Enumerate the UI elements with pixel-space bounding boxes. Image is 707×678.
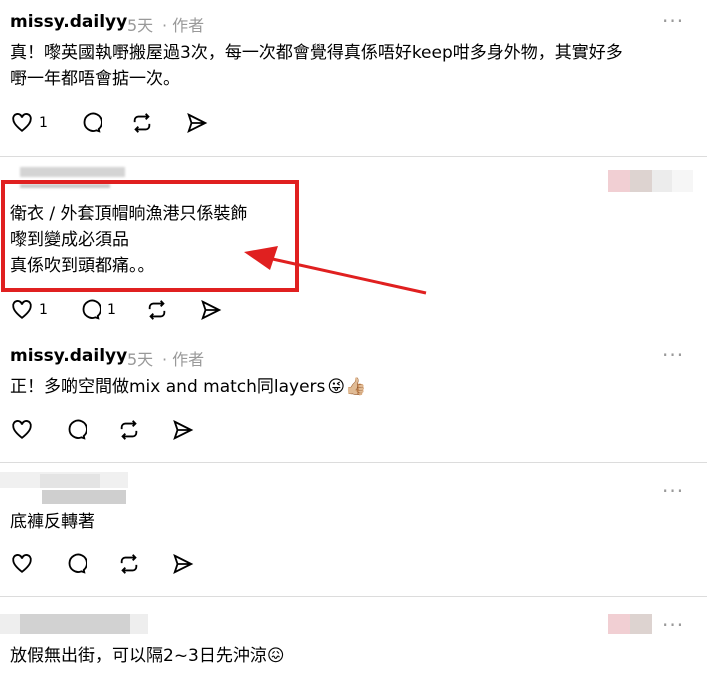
timestamp: 5天 xyxy=(127,350,154,369)
blurred-avatar xyxy=(608,614,652,634)
share-button[interactable] xyxy=(172,419,194,445)
comment-line: 放假無出街，可以隔2~3日先沖涼 xyxy=(10,646,267,666)
confounded-face-emoji: 😖 xyxy=(266,646,285,666)
comment-line: 底褲反轉著 xyxy=(10,512,95,532)
like-count: 1 xyxy=(39,115,48,131)
send-icon xyxy=(173,419,194,441)
repost-button[interactable] xyxy=(118,419,140,445)
share-button[interactable] xyxy=(172,553,194,579)
share-button[interactable] xyxy=(200,299,222,325)
author-name[interactable]: missy.dailyy xyxy=(10,346,127,366)
like-button[interactable]: 1 xyxy=(11,299,48,321)
share-button[interactable] xyxy=(186,112,208,138)
repost-button[interactable] xyxy=(146,299,168,325)
like-button[interactable] xyxy=(11,419,33,445)
repost-button[interactable] xyxy=(131,112,153,138)
comment-text: 正！多啲空間做mix and match同layers 😜 👍🏼 xyxy=(10,374,366,400)
blurred-username xyxy=(0,472,128,506)
author-badge: · 作者 xyxy=(162,16,205,35)
repost-icon xyxy=(148,300,166,320)
comment-icon xyxy=(68,419,88,440)
reply-button[interactable] xyxy=(65,553,88,579)
repost-icon xyxy=(120,554,138,574)
heart-icon xyxy=(12,113,32,132)
more-options-icon[interactable]: ··· xyxy=(662,345,684,365)
comment-text: 真！嚟英國執嘢搬屋過3次，每一次都會覺得真係唔好keep咁多身外物，其實好多 嘢… xyxy=(10,40,700,92)
author-name[interactable]: missy.dailyy xyxy=(10,12,127,32)
comment-line: 嘢一年都唔會掂一次。 xyxy=(10,69,180,89)
send-icon xyxy=(201,299,222,321)
blurred-avatar xyxy=(608,170,693,192)
timestamp: 5天 xyxy=(127,16,154,35)
comment-text: 放假無出街，可以隔2~3日先沖涼 😖 xyxy=(10,643,285,669)
repost-icon xyxy=(133,113,151,133)
repost-icon xyxy=(120,420,138,440)
reply-button[interactable] xyxy=(80,112,103,138)
send-icon xyxy=(187,112,208,134)
repost-button[interactable] xyxy=(118,553,140,579)
like-button[interactable] xyxy=(11,553,33,579)
thumbs-up-emoji: 👍🏼 xyxy=(345,377,367,397)
heart-icon xyxy=(12,300,32,319)
comment-line: 正！多啲空間做mix and match同layers xyxy=(10,377,326,397)
winking-tongue-emoji: 😜 xyxy=(327,377,346,397)
comment-icon xyxy=(68,553,88,574)
comment-text: 底褲反轉著 xyxy=(10,509,95,535)
divider xyxy=(0,596,707,597)
like-count: 1 xyxy=(39,302,48,318)
reply-count: 1 xyxy=(107,302,116,318)
annotation-arrow xyxy=(244,246,427,295)
divider xyxy=(0,156,707,157)
comment-icon xyxy=(83,112,103,133)
more-options-icon[interactable]: ··· xyxy=(662,11,684,31)
comment-icon xyxy=(82,299,101,320)
heart-icon xyxy=(12,554,32,573)
more-options-icon[interactable]: ··· xyxy=(662,481,684,501)
send-icon xyxy=(173,553,194,575)
reply-button[interactable]: 1 xyxy=(79,299,116,321)
blurred-username xyxy=(20,167,125,177)
author-badge: · 作者 xyxy=(162,350,205,369)
more-options-icon[interactable]: ··· xyxy=(662,615,684,635)
divider xyxy=(0,462,707,463)
like-button[interactable]: 1 xyxy=(11,112,48,134)
comment-line: 真！嚟英國執嘢搬屋過3次，每一次都會覺得真係唔好keep咁多身外物，其實好多 xyxy=(10,43,623,63)
heart-icon xyxy=(12,420,32,439)
reply-button[interactable] xyxy=(65,419,88,445)
blurred-username xyxy=(0,614,148,634)
